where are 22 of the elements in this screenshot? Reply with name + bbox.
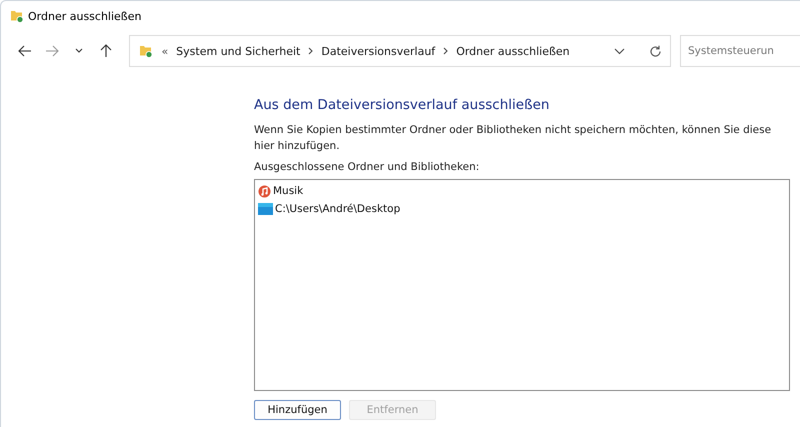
- music-note-icon: [258, 184, 271, 198]
- section-heading: Aus dem Dateiversionsverlauf ausschließen: [254, 97, 550, 113]
- breadcrumb-item[interactable]: Dateiversionsverlauf: [321, 44, 436, 58]
- folder-clock-icon: [10, 9, 24, 23]
- search-field[interactable]: Systemsteuerun: [680, 35, 800, 67]
- address-bar[interactable]: « System und Sicherheit Dateiversionsverlauf Ordner ausschließen: [129, 35, 671, 67]
- list-item[interactable]: C:\Users\André\Desktop: [275, 203, 400, 215]
- list-item[interactable]: Musik: [273, 185, 304, 197]
- window-title: Ordner ausschließen: [28, 10, 142, 22]
- breadcrumb-item[interactable]: System und Sicherheit: [176, 44, 300, 58]
- excluded-folders-list[interactable]: Musik C:\Users\André\Desktop: [254, 179, 790, 391]
- breadcrumb-item[interactable]: Ordner ausschließen: [456, 44, 570, 58]
- dropdown-caret-icon[interactable]: [614, 48, 625, 54]
- desktop-icon: [258, 203, 273, 215]
- dialog-button[interactable]: Hinzufügen: [254, 400, 341, 420]
- description-text: Wenn Sie Kopien bestimmter Ordner oder Bibliotheken nicht speichern möchten, können Sie diese hier hinzufügen.: [254, 123, 772, 154]
- list-label: Ausgeschlossene Ordner und Bibliotheken:: [254, 161, 480, 173]
- breadcrumb-chevron-icon: [308, 47, 314, 55]
- overflow-chevrons[interactable]: «: [161, 44, 168, 58]
- refresh-icon[interactable]: [649, 44, 662, 58]
- breadcrumb-chevron-icon: [443, 47, 448, 55]
- folder-clock-icon: [139, 44, 154, 58]
